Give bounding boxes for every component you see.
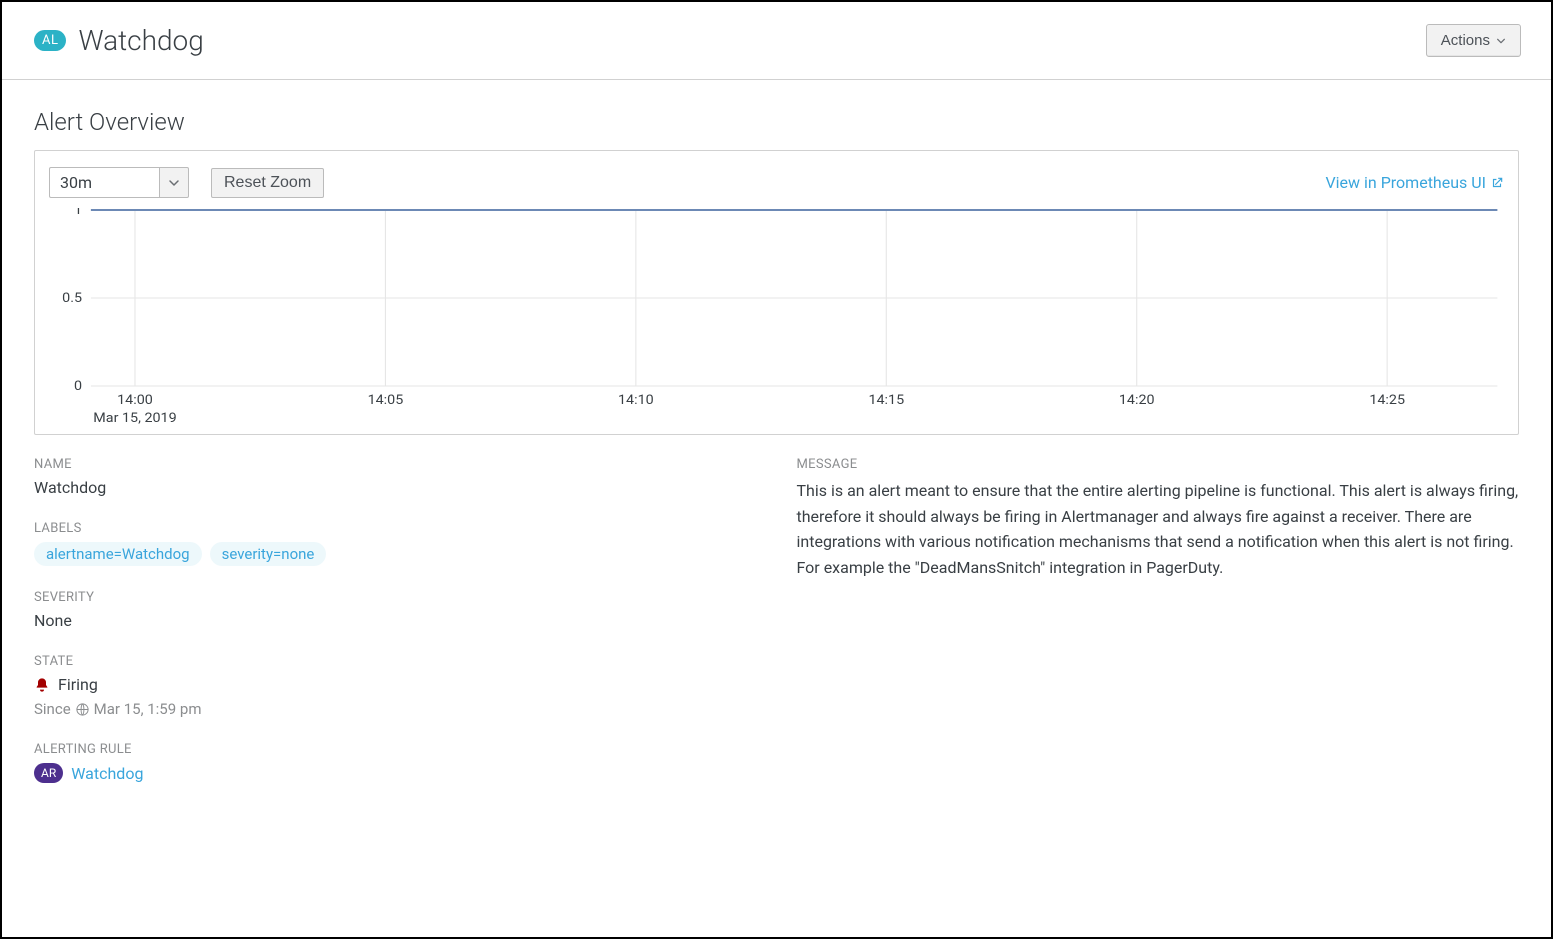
chart: 0 0.5 1 14:00 14:05 14:10 14:15 14:20 14:25 Mar 1… xyxy=(49,208,1504,428)
globe-icon xyxy=(75,702,90,717)
section-title: Alert Overview xyxy=(34,108,1519,136)
svg-text:14:15: 14:15 xyxy=(868,393,904,408)
reset-zoom-button[interactable]: Reset Zoom xyxy=(211,168,324,198)
page-header: AL Watchdog Actions xyxy=(2,2,1551,80)
overview-box: 30m Reset Zoom View in Prometheus UI 0 0.… xyxy=(34,150,1519,435)
actions-button[interactable]: Actions xyxy=(1426,24,1521,57)
since-row: Since Mar 15, 1:59 pm xyxy=(34,700,757,718)
chevron-down-icon xyxy=(1496,36,1506,46)
page-header-left: AL Watchdog xyxy=(34,24,204,57)
severity-label: SEVERITY xyxy=(34,590,757,605)
details-left-column: NAME Watchdog LABELS alertname=Watchdog s… xyxy=(34,457,757,783)
svg-text:14:25: 14:25 xyxy=(1369,393,1405,408)
message-value: This is an alert meant to ensure that th… xyxy=(797,478,1520,580)
overview-toolbar: 30m Reset Zoom View in Prometheus UI xyxy=(49,167,1504,198)
time-range-value: 30m xyxy=(49,167,159,198)
svg-text:14:10: 14:10 xyxy=(618,393,654,408)
message-label: MESSAGE xyxy=(797,457,1520,472)
alerting-rule-label: ALERTING RULE xyxy=(34,742,757,757)
content: Alert Overview 30m Reset Zoom View in Pr… xyxy=(2,80,1551,815)
alerting-rule-row: AR Watchdog xyxy=(34,763,757,783)
svg-text:14:00: 14:00 xyxy=(117,393,153,408)
ar-badge: AR xyxy=(34,763,63,783)
details-right-column: MESSAGE This is an alert meant to ensure… xyxy=(797,457,1520,580)
details: NAME Watchdog LABELS alertname=Watchdog s… xyxy=(34,457,1519,783)
time-range-dropdown-button[interactable] xyxy=(159,167,189,198)
alerting-rule-link[interactable]: Watchdog xyxy=(71,764,143,783)
bell-icon xyxy=(34,677,50,693)
alert-badge: AL xyxy=(34,30,66,51)
chevron-down-icon xyxy=(168,177,180,189)
svg-text:14:05: 14:05 xyxy=(368,393,404,408)
labels-row: alertname=Watchdog severity=none xyxy=(34,542,757,566)
external-link-icon xyxy=(1490,176,1504,190)
name-label: NAME xyxy=(34,457,757,472)
labels-label: LABELS xyxy=(34,521,757,536)
severity-value: None xyxy=(34,611,757,630)
svg-text:Mar 15, 2019: Mar 15, 2019 xyxy=(93,411,176,426)
name-value: Watchdog xyxy=(34,478,757,497)
state-row: Firing xyxy=(34,675,757,694)
since-value: Mar 15, 1:59 pm xyxy=(94,700,202,718)
page-title: Watchdog xyxy=(78,24,203,57)
state-value: Firing xyxy=(58,675,98,694)
svg-text:0: 0 xyxy=(74,379,82,394)
state-label: STATE xyxy=(34,654,757,669)
label-pill: alertname=Watchdog xyxy=(34,542,202,566)
since-label: Since xyxy=(34,700,71,718)
svg-text:14:20: 14:20 xyxy=(1119,393,1155,408)
time-range-select[interactable]: 30m xyxy=(49,167,189,198)
svg-text:1: 1 xyxy=(74,208,82,218)
label-pill: severity=none xyxy=(210,542,327,566)
svg-text:0.5: 0.5 xyxy=(62,291,82,306)
prometheus-link-label: View in Prometheus UI xyxy=(1325,173,1486,192)
view-in-prometheus-link[interactable]: View in Prometheus UI xyxy=(1325,173,1504,192)
actions-button-label: Actions xyxy=(1441,32,1490,49)
